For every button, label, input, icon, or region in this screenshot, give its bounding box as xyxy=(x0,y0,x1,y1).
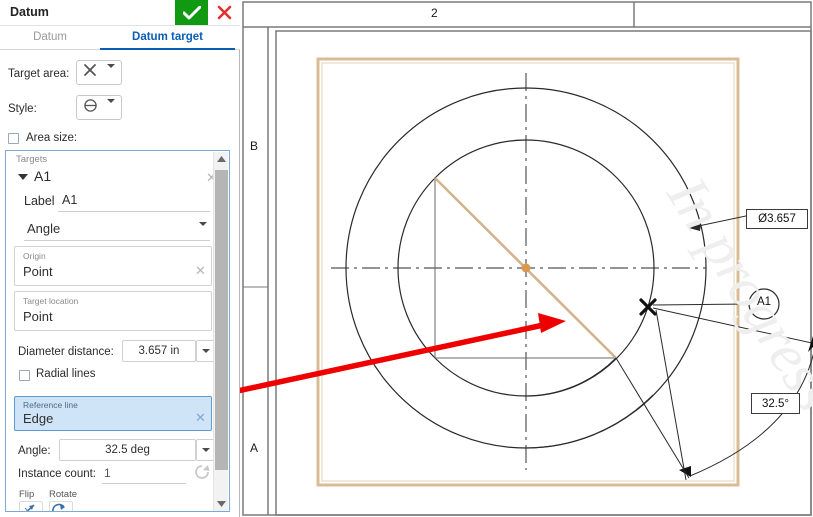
radial-lines-checkbox[interactable] xyxy=(19,370,30,381)
refresh-icon[interactable] xyxy=(192,462,212,487)
target-type-dropdown[interactable]: Angle xyxy=(24,218,210,244)
target-type-value: Angle xyxy=(27,221,61,236)
target-location-field[interactable]: Target location Point xyxy=(14,291,212,331)
tab-datum-target[interactable]: Datum target xyxy=(100,26,235,50)
chevron-down-icon xyxy=(103,99,119,112)
reference-line-caption: Reference line xyxy=(23,400,78,410)
scroll-down-icon[interactable] xyxy=(214,497,229,511)
cross-target-icon xyxy=(77,63,103,82)
angle-callout[interactable]: 32.5° xyxy=(751,393,800,414)
app-root: In progress 2 B A Ø3.657 32.5° A1 Datum xyxy=(0,0,813,517)
angle-label: Angle: xyxy=(18,445,51,457)
targets-group-label: Targets xyxy=(16,154,48,165)
label-caption: Label xyxy=(24,194,55,208)
drawing-svg xyxy=(242,1,813,516)
targets-scrollbar[interactable] xyxy=(213,152,229,511)
reference-line-value: Edge xyxy=(23,411,54,426)
origin-caption: Origin xyxy=(23,251,46,261)
scroll-up-icon[interactable] xyxy=(214,152,229,167)
close-icon xyxy=(217,5,231,20)
diameter-callout[interactable]: Ø3.657 xyxy=(746,209,808,229)
label-input-value: A1 xyxy=(62,193,78,207)
rotate-label: Rotate xyxy=(49,489,77,500)
angle-input[interactable]: 32.5 deg xyxy=(59,439,196,461)
rotate-icon xyxy=(52,503,65,511)
chevron-down-icon[interactable] xyxy=(18,174,28,180)
dialog-titlebar: Datum xyxy=(0,0,240,26)
origin-value: Point xyxy=(23,264,53,279)
targets-panel: Targets A1 ✕ Label A1 Angle Origin Point… xyxy=(5,150,230,512)
cancel-button[interactable] xyxy=(210,0,238,25)
radial-lines-label: Radial lines xyxy=(36,368,96,380)
scrollbar-thumb[interactable] xyxy=(215,170,228,470)
dialog-tabs: Datum Datum target xyxy=(0,26,240,50)
clear-reference-line-icon[interactable]: ✕ xyxy=(195,411,206,424)
target-area-label: Target area: xyxy=(8,68,70,80)
rotate-button[interactable] xyxy=(49,501,73,511)
tab-datum[interactable]: Datum xyxy=(5,26,95,50)
zone-label-left-a: A xyxy=(250,441,259,455)
reference-line-field[interactable]: Reference line Edge ✕ xyxy=(14,396,212,431)
target-item-name: A1 xyxy=(34,168,52,184)
style-dropdown[interactable] xyxy=(76,95,122,120)
diameter-distance-label: Diameter distance: xyxy=(18,346,114,358)
instance-count-label: Instance count: xyxy=(18,468,96,480)
check-icon xyxy=(182,5,201,19)
flip-icon xyxy=(22,504,35,511)
diameter-distance-input[interactable]: 3.657 in xyxy=(122,340,196,362)
style-label: Style: xyxy=(8,103,37,115)
clear-origin-icon[interactable]: ✕ xyxy=(195,264,206,277)
instance-count-value: 1 xyxy=(104,466,111,480)
instance-count-input[interactable]: 1 xyxy=(102,464,186,484)
chevron-down-icon xyxy=(103,64,119,77)
area-size-checkbox[interactable] xyxy=(8,133,19,144)
origin-field[interactable]: Origin Point ✕ xyxy=(14,246,212,286)
area-size-label: Area size: xyxy=(26,132,78,144)
target-item-a1[interactable]: A1 ✕ xyxy=(14,168,217,188)
target-location-value: Point xyxy=(23,309,53,324)
datum-bubble-label[interactable]: A1 xyxy=(752,296,776,308)
flip-label: Flip xyxy=(19,489,35,500)
zone-label-top-2: 2 xyxy=(431,6,438,20)
drawing-canvas[interactable]: In progress 2 B A Ø3.657 32.5° A1 xyxy=(241,0,813,517)
chevron-down-icon xyxy=(199,222,207,244)
datum-dialog: Datum Datum Datum target Target area: St… xyxy=(0,0,240,517)
dialog-title: Datum xyxy=(10,5,49,19)
circle-with-line-icon xyxy=(77,98,103,118)
zone-label-left-b: B xyxy=(250,139,259,153)
flip-button[interactable] xyxy=(19,501,43,511)
label-input[interactable]: A1 xyxy=(58,191,210,212)
target-location-caption: Target location xyxy=(23,296,79,306)
confirm-button[interactable] xyxy=(175,0,208,25)
target-area-dropdown[interactable] xyxy=(76,60,122,85)
datum-target-marker xyxy=(639,298,657,316)
